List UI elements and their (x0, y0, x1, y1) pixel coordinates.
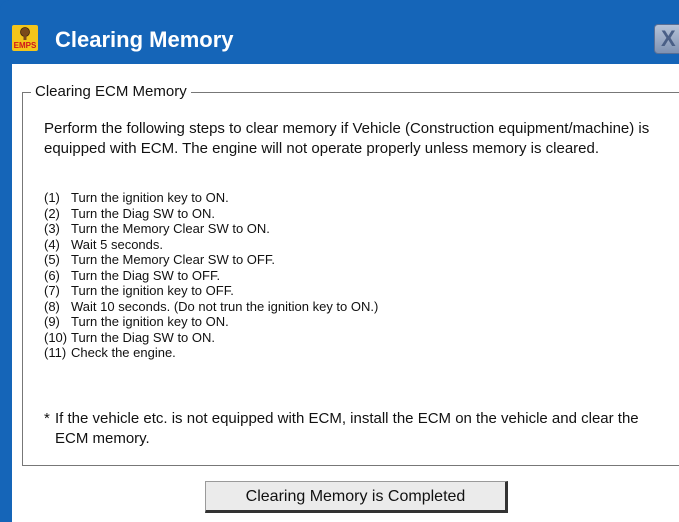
note-marker: * (44, 410, 50, 427)
step-number: (3) (44, 221, 60, 236)
step-text: Turn the ignition key to ON. (71, 190, 229, 205)
note-text: * If the vehicle etc. is not equipped wi… (44, 409, 664, 449)
step-item: (4) Wait 5 seconds. (44, 237, 378, 253)
step-text: Turn the Diag SW to OFF. (71, 267, 221, 283)
step-item: (9) Turn the ignition key to ON. (44, 314, 378, 330)
close-button[interactable]: X (654, 24, 679, 54)
step-text: Turn the Memory Clear SW to OFF. (71, 252, 275, 267)
step-text: Turn the Diag SW to ON. (71, 329, 216, 345)
step-number: (4) (44, 236, 60, 252)
step-number: (7) (44, 283, 60, 298)
steps-list: (1) Turn the ignition key to ON. (2) Turn t… (44, 190, 378, 361)
step-text: Wait 5 seconds. (71, 236, 164, 252)
step-item: (2) Turn the Diag SW to ON. (44, 206, 378, 222)
step-text: Turn the Memory Clear SW to ON. (71, 221, 270, 236)
step-number: (1) (44, 190, 60, 205)
step-item: (5) Turn the Memory Clear SW to OFF. (44, 252, 378, 268)
icon-label: EMPS (14, 41, 37, 50)
step-number: (10) (44, 329, 68, 345)
step-item: (3) Turn the Memory Clear SW to ON. (44, 221, 378, 237)
step-number: (2) (44, 205, 60, 221)
step-item: (1) Turn the ignition key to ON. (44, 190, 378, 206)
step-number: (11) (44, 345, 67, 360)
step-text: Turn the ignition key to ON. (71, 314, 229, 329)
step-number: (8) (44, 298, 60, 314)
step-item: (10) Turn the Diag SW to ON. (44, 330, 378, 346)
clearing-memory-completed-button[interactable]: Clearing Memory is Completed (205, 481, 508, 513)
step-text: Check the engine. (71, 345, 176, 360)
dialog-content: Clearing ECM Memory Perform the followin… (12, 64, 679, 522)
step-item: (11) Check the engine. (44, 345, 378, 361)
dialog-window: EMPS Clearing Memory X Clearing ECM Memo… (0, 0, 679, 522)
step-text: Wait 10 seconds. (Do not trun the igniti… (71, 298, 379, 314)
emps-app-icon: EMPS (12, 25, 38, 51)
group-label: Clearing ECM Memory (31, 83, 191, 101)
step-text: Turn the ignition key to OFF. (71, 283, 234, 298)
step-number: (9) (44, 314, 60, 329)
note-body: If the vehicle etc. is not equipped with… (55, 410, 639, 447)
close-icon: X (661, 26, 676, 51)
window-title: Clearing Memory (55, 27, 234, 52)
title-bar[interactable]: EMPS Clearing Memory X (0, 0, 679, 64)
intro-text: Perform the following steps to clear mem… (44, 120, 650, 157)
step-item: (7) Turn the ignition key to OFF. (44, 283, 378, 299)
step-number: (5) (44, 252, 60, 267)
step-item: (8) Wait 10 seconds. (Do not trun the ign… (44, 299, 378, 315)
step-number: (6) (44, 267, 60, 283)
step-item: (6) Turn the Diag SW to OFF. (44, 268, 378, 284)
step-text: Turn the Diag SW to ON. (71, 205, 216, 221)
